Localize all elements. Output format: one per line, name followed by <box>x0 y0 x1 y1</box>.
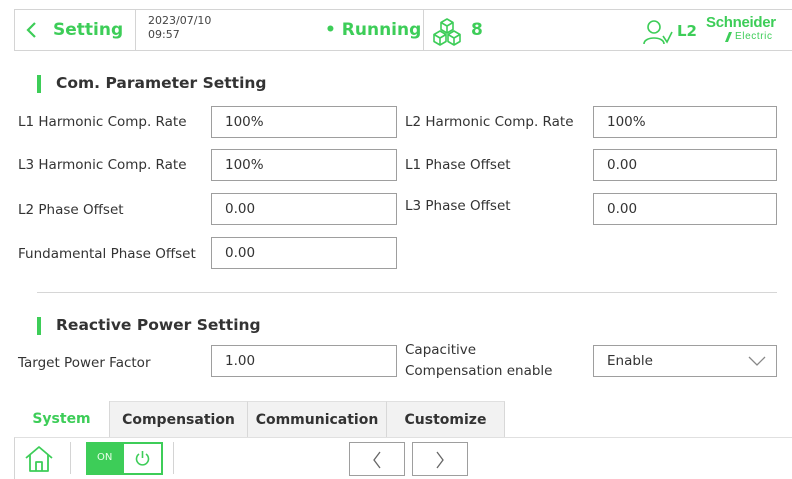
datetime-display: 2023/07/10 09:57 <box>148 14 211 42</box>
fundamental-phase-offset-label: Fundamental Phase Offset <box>18 246 196 262</box>
chevron-left-icon <box>373 451 381 469</box>
l1-harmonic-label: L1 Harmonic Comp. Rate <box>18 114 187 130</box>
l3-harmonic-label: L3 Harmonic Comp. Rate <box>18 157 187 173</box>
l2-harmonic-label: L2 Harmonic Comp. Rate <box>405 114 574 130</box>
capacitive-compensation-select[interactable]: Enable <box>593 345 777 377</box>
prev-page-button[interactable] <box>349 442 405 476</box>
l3-phase-offset-field[interactable]: 0.00 <box>593 193 777 225</box>
header-divider <box>423 10 424 51</box>
date-text: 2023/07/10 <box>148 14 212 27</box>
capacitive-compensation-value: Enable <box>607 353 653 369</box>
l2-phase-offset-label: L2 Phase Offset <box>18 202 124 218</box>
section-title-reactive: Reactive Power Setting <box>56 316 261 334</box>
tab-communication[interactable]: Communication <box>248 401 387 437</box>
chevron-right-icon <box>436 451 444 469</box>
time-text: 09:57 <box>148 28 180 41</box>
user-icon[interactable] <box>642 18 674 50</box>
l2-harmonic-field[interactable]: 100% <box>593 106 777 138</box>
tab-system[interactable]: System <box>14 401 110 437</box>
schneider-logo: Schneider Electric <box>706 14 792 50</box>
section-marker <box>37 75 41 93</box>
target-power-factor-field[interactable]: 1.00 <box>211 345 397 377</box>
next-page-button[interactable] <box>412 442 468 476</box>
l3-harmonic-field[interactable]: 100% <box>211 149 397 181</box>
capacitive-compensation-label: Capacitive Compensation enable <box>405 340 553 382</box>
logo-bottom-text: Electric <box>735 31 773 42</box>
power-toggle[interactable]: ON <box>86 442 163 475</box>
chevron-down-icon <box>748 356 766 366</box>
toggle-knob <box>124 444 161 473</box>
tab-bar: System Compensation Communication Custom… <box>14 401 505 437</box>
module-count: 8 <box>471 20 483 40</box>
header-divider <box>135 10 136 51</box>
bottom-divider <box>173 442 174 474</box>
home-icon <box>25 446 53 472</box>
l1-phase-offset-label: L1 Phase Offset <box>405 157 511 173</box>
user-level: L2 <box>677 22 697 40</box>
l1-harmonic-field[interactable]: 100% <box>211 106 397 138</box>
power-icon <box>135 451 150 466</box>
section-marker <box>37 317 41 335</box>
modules-icon <box>430 17 464 51</box>
fundamental-phase-offset-field[interactable]: 0.00 <box>211 237 397 269</box>
section-title-com: Com. Parameter Setting <box>56 74 267 92</box>
logo-mark-icon <box>725 32 732 42</box>
capacitive-compensation-label-line1: Capacitive <box>405 342 477 358</box>
target-power-factor-label: Target Power Factor <box>18 355 151 371</box>
l3-phase-offset-label: L3 Phase Offset <box>405 198 511 214</box>
page-title: Setting <box>53 20 124 40</box>
bottom-bar: ON <box>14 437 792 479</box>
home-button[interactable] <box>24 445 54 477</box>
l2-phase-offset-field[interactable]: 0.00 <box>211 193 397 225</box>
capacitive-compensation-label-line2: Compensation enable <box>405 363 553 379</box>
section-divider <box>37 292 777 293</box>
chevron-left-icon <box>26 22 36 38</box>
running-status: • Running <box>325 20 422 40</box>
l1-phase-offset-field[interactable]: 0.00 <box>593 149 777 181</box>
toggle-on-label: ON <box>97 452 113 463</box>
logo-top-text: Schneider <box>706 14 776 31</box>
tab-customize[interactable]: Customize <box>387 401 505 437</box>
bottom-divider <box>70 442 71 474</box>
header-bar: Setting 2023/07/10 09:57 • Running 8 L2 … <box>14 9 792 51</box>
tab-compensation[interactable]: Compensation <box>110 401 248 437</box>
